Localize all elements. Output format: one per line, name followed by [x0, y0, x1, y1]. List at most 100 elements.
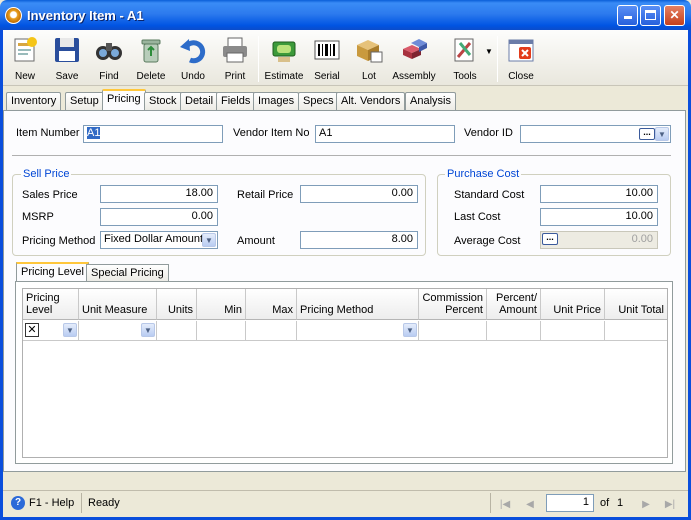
- average-cost-label: Average Cost: [454, 235, 521, 247]
- pricing-level-cell[interactable]: ✕ ▼: [23, 321, 79, 341]
- recycle-bin-icon: [141, 39, 161, 63]
- max-cell[interactable]: [246, 321, 297, 341]
- retail-price-input[interactable]: 0.00: [300, 185, 418, 203]
- grid-pricing-method-dropdown-icon[interactable]: ▼: [403, 323, 417, 337]
- last-record-icon[interactable]: ▶|: [662, 497, 678, 513]
- tab-specs[interactable]: Specs: [298, 92, 339, 110]
- average-cost-lookup-icon[interactable]: ...: [542, 233, 558, 245]
- status-divider: [81, 493, 82, 513]
- undo-button[interactable]: Undo: [171, 33, 215, 85]
- standard-cost-input[interactable]: 10.00: [540, 185, 658, 203]
- column-header-percent-amount[interactable]: Percent/Amount: [487, 289, 541, 320]
- purchase-cost-title: Purchase Cost: [445, 168, 522, 180]
- next-record-icon[interactable]: ▶: [638, 497, 654, 513]
- tab-pricing-level[interactable]: Pricing Level: [16, 262, 89, 281]
- column-header-pricing-method[interactable]: Pricing Method: [297, 289, 419, 320]
- last-cost-input[interactable]: 10.00: [540, 208, 658, 226]
- close-window-icon: [508, 39, 534, 62]
- item-number-label: Item Number: [16, 127, 80, 139]
- unit-measure-cell[interactable]: ▼: [79, 321, 157, 341]
- column-header-units[interactable]: Units: [157, 289, 197, 320]
- column-header-pricing-level[interactable]: Pricing Level: [23, 289, 79, 320]
- pricing-method-label: Pricing Method: [22, 235, 96, 247]
- maximize-button[interactable]: [640, 5, 661, 26]
- barcode-icon: [314, 40, 340, 60]
- amount-label: Amount: [237, 235, 275, 247]
- close-icon: ✕: [669, 8, 680, 22]
- first-record-icon[interactable]: |◀: [497, 497, 513, 513]
- unit-total-cell[interactable]: [605, 321, 667, 341]
- column-header-unit-total[interactable]: Unit Total: [605, 289, 667, 320]
- app-icon: [5, 7, 22, 24]
- assembly-blocks-icon: [403, 39, 427, 59]
- tab-alt-vendors[interactable]: Alt. Vendors: [336, 92, 406, 110]
- minimize-button[interactable]: [617, 5, 638, 26]
- assembly-label: Assembly: [392, 71, 436, 82]
- retail-price-label: Retail Price: [237, 189, 294, 201]
- estimate-button[interactable]: Estimate: [262, 33, 306, 85]
- column-header-unit-price[interactable]: Unit Price: [541, 289, 605, 320]
- unit-price-cell[interactable]: [541, 321, 605, 341]
- sales-price-label: Sales Price: [22, 189, 78, 201]
- pricing-method-select[interactable]: Fixed Dollar Amount ▼: [100, 231, 218, 249]
- msrp-input[interactable]: 0.00: [100, 208, 218, 226]
- serial-button[interactable]: Serial: [305, 33, 349, 85]
- amount-input[interactable]: 8.00: [300, 231, 418, 249]
- close-button[interactable]: Close: [499, 33, 543, 85]
- window-title: Inventory Item - A1: [27, 8, 144, 23]
- new-button[interactable]: New: [3, 33, 47, 85]
- serial-label: Serial: [314, 71, 340, 82]
- save-button[interactable]: Save: [45, 33, 89, 85]
- min-cell[interactable]: [197, 321, 246, 341]
- units-cell[interactable]: [157, 321, 197, 341]
- window-close-button[interactable]: ✕: [664, 5, 685, 26]
- pricing-method-cell[interactable]: ▼: [297, 321, 419, 341]
- print-button[interactable]: Print: [213, 33, 257, 85]
- header-line-2: Units: [167, 304, 193, 316]
- undo-label: Undo: [181, 71, 205, 82]
- vendor-id-dropdown-icon[interactable]: ▼: [655, 127, 669, 141]
- status-divider: [490, 493, 491, 513]
- vendor-item-no-input[interactable]: A1: [315, 125, 455, 143]
- pricing-level-dropdown-icon[interactable]: ▼: [63, 323, 77, 337]
- help-label[interactable]: F1 - Help: [29, 497, 74, 509]
- tab-stock[interactable]: Stock: [144, 92, 182, 110]
- percent-amount-cell[interactable]: [487, 321, 541, 341]
- tab-pricing[interactable]: Pricing: [102, 89, 146, 111]
- column-header-max[interactable]: Max: [246, 289, 297, 320]
- tab-analysis[interactable]: Analysis: [405, 92, 456, 110]
- close-label: Close: [508, 71, 534, 82]
- unit-measure-dropdown-icon[interactable]: ▼: [141, 323, 155, 337]
- tools-label: Tools: [453, 71, 477, 82]
- printer-icon: [223, 37, 247, 63]
- estimate-icon: [272, 41, 296, 62]
- item-number-input[interactable]: A1: [83, 125, 223, 143]
- assembly-button[interactable]: Assembly: [389, 33, 439, 85]
- page-number-input[interactable]: 1: [546, 494, 594, 512]
- previous-record-icon[interactable]: ◀: [522, 497, 538, 513]
- minimize-icon: [623, 16, 632, 19]
- tab-special-pricing[interactable]: Special Pricing: [86, 264, 169, 281]
- tab-detail[interactable]: Detail: [180, 92, 219, 110]
- column-header-unit-measure[interactable]: Unit Measure: [79, 289, 157, 320]
- vendor-lookup-icon[interactable]: ...: [639, 128, 655, 140]
- maximize-icon: [645, 10, 656, 20]
- vendor-id-input[interactable]: ... ▼: [520, 125, 671, 143]
- tools-dropdown-arrow-icon[interactable]: ▼: [485, 47, 493, 56]
- tab-fields[interactable]: Fields: [216, 92, 256, 110]
- tab-setup[interactable]: Setup: [65, 92, 104, 110]
- divider: [12, 155, 671, 156]
- tab-inventory[interactable]: Inventory: [6, 92, 62, 110]
- find-button[interactable]: Find: [87, 33, 131, 85]
- sales-price-input[interactable]: 18.00: [100, 185, 218, 203]
- tab-images[interactable]: Images: [253, 92, 300, 110]
- help-icon[interactable]: ?: [11, 496, 25, 510]
- commission-percent-cell[interactable]: [419, 321, 487, 341]
- column-header-min[interactable]: Min: [197, 289, 246, 320]
- column-header-commission-percent[interactable]: Commission Percent: [419, 289, 487, 320]
- item-number-value: A1: [87, 127, 101, 139]
- delete-button[interactable]: Delete: [129, 33, 173, 85]
- tools-button[interactable]: Tools: [443, 33, 487, 85]
- lot-button[interactable]: Lot: [347, 33, 391, 85]
- pricing-method-dropdown-icon[interactable]: ▼: [202, 233, 216, 247]
